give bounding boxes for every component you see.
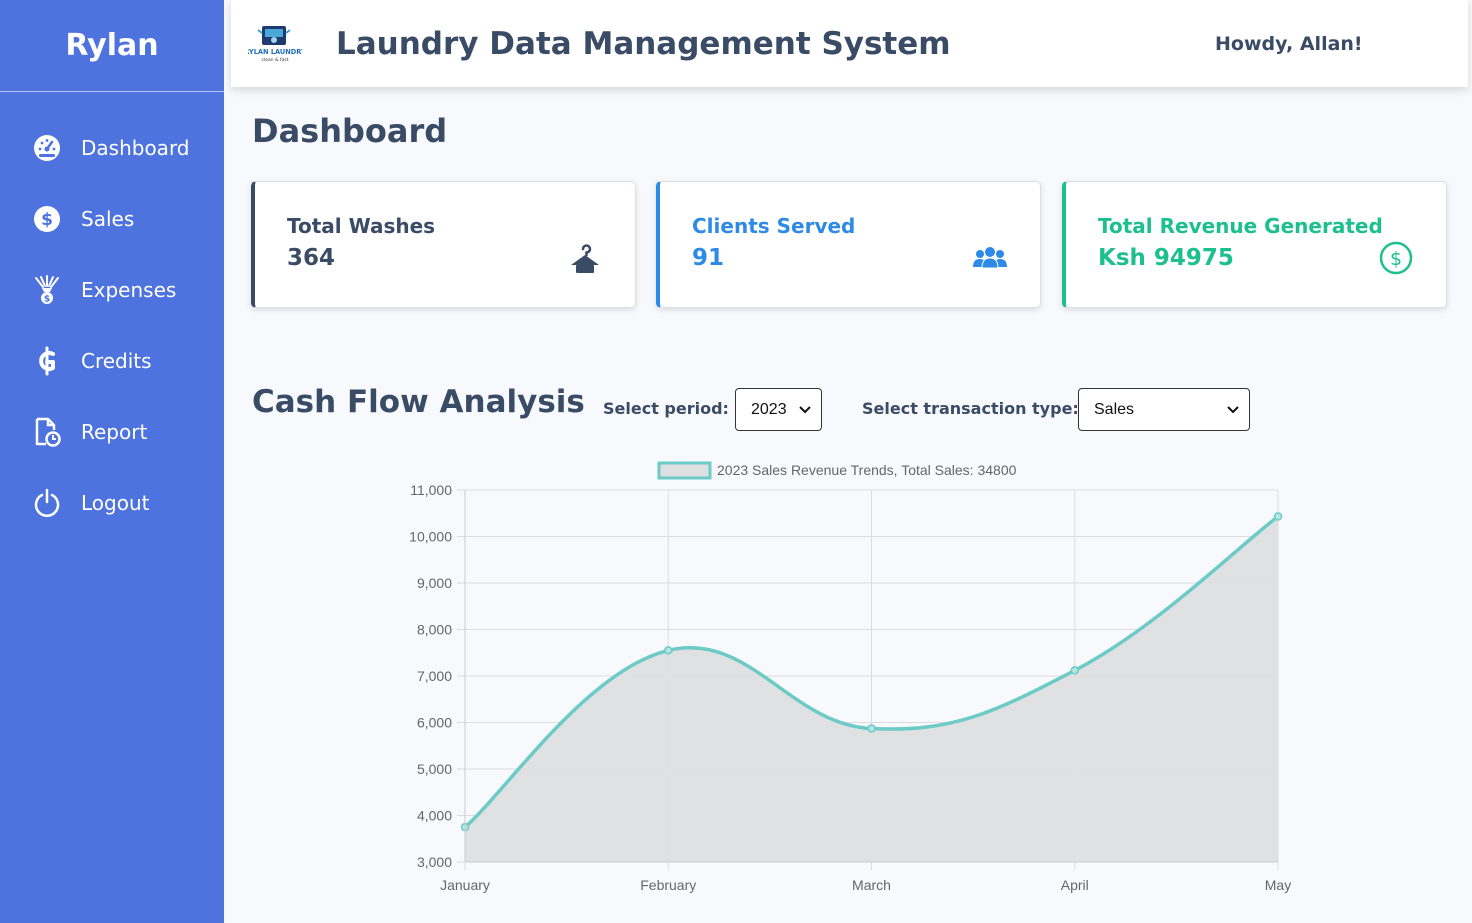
y-tick-label: 11,000 bbox=[410, 482, 452, 498]
cash-flow-title: Cash Flow Analysis bbox=[252, 384, 585, 420]
y-tick-label: 7,000 bbox=[417, 668, 452, 684]
sidebar-nav: Dashboard $ Sales $ Expenses Credits Rep… bbox=[0, 92, 224, 538]
dollar-circle-icon: $ bbox=[32, 204, 62, 234]
y-tick-label: 6,000 bbox=[417, 715, 452, 731]
card-value: Ksh 94975 bbox=[1098, 245, 1234, 271]
sidebar-brand[interactable]: Rylan bbox=[0, 0, 224, 92]
svg-text:$: $ bbox=[1390, 248, 1402, 270]
y-tick-label: 4,000 bbox=[417, 808, 452, 824]
y-tick-label: 3,000 bbox=[417, 854, 452, 870]
x-tick-label: February bbox=[640, 877, 696, 893]
card-label: Total Washes bbox=[287, 214, 436, 238]
logo-tagline: clean & fast bbox=[262, 57, 289, 63]
logo-text: RYLAN LAUNDRY bbox=[248, 48, 302, 56]
period-select[interactable]: 2023 bbox=[735, 388, 822, 431]
chevron-down-icon bbox=[1227, 405, 1239, 413]
y-tick-label: 9,000 bbox=[417, 575, 452, 591]
topbar: RYLAN LAUNDRY clean & fast Laundry Data … bbox=[231, 0, 1468, 87]
data-point bbox=[867, 724, 876, 733]
transaction-type-value: Sales bbox=[1094, 400, 1135, 418]
users-icon bbox=[972, 240, 1008, 276]
transaction-type-label: Select transaction type: bbox=[862, 399, 1079, 418]
total-revenue-card: Total Revenue Generated Ksh 94975 $ bbox=[1062, 181, 1447, 308]
report-file-icon bbox=[32, 417, 62, 447]
x-tick-label: April bbox=[1061, 877, 1089, 893]
x-tick-label: May bbox=[1265, 877, 1291, 893]
sidebar-item-label: Logout bbox=[81, 490, 150, 515]
chevron-down-icon bbox=[799, 405, 811, 413]
legend-label: 2023 Sales Revenue Trends, Total Sales: … bbox=[717, 462, 1017, 478]
sidebar: Rylan Dashboard $ Sales $ Expenses Credi… bbox=[0, 0, 224, 923]
x-tick-label: March bbox=[852, 877, 891, 893]
sidebar-item-sales[interactable]: $ Sales bbox=[0, 183, 224, 254]
card-label: Clients Served bbox=[692, 214, 856, 238]
y-tick-label: 10,000 bbox=[409, 529, 452, 545]
sidebar-item-credits[interactable]: Credits bbox=[0, 325, 224, 396]
app-title: Laundry Data Management System bbox=[336, 25, 951, 62]
card-value: 91 bbox=[692, 245, 725, 271]
data-point bbox=[1273, 512, 1283, 521]
power-icon bbox=[32, 488, 62, 518]
y-tick-label: 5,000 bbox=[417, 761, 452, 777]
data-point bbox=[1070, 666, 1079, 675]
clients-served-card: Clients Served 91 bbox=[656, 181, 1041, 308]
data-point bbox=[664, 646, 673, 655]
sidebar-item-expenses[interactable]: $ Expenses bbox=[0, 254, 224, 325]
dollar-circle-icon: $ bbox=[1378, 240, 1414, 276]
sidebar-item-label: Expenses bbox=[81, 277, 177, 302]
total-washes-card: Total Washes 364 bbox=[251, 181, 636, 308]
card-label: Total Revenue Generated bbox=[1098, 214, 1383, 238]
legend-swatch bbox=[657, 461, 712, 480]
hanger-icon bbox=[567, 240, 603, 276]
dashboard-gauge-icon bbox=[32, 133, 62, 163]
user-greeting[interactable]: Howdy, Allan! bbox=[1215, 33, 1363, 55]
cash-flow-line-chart: 3,000 4,000 5,000 6,000 7,000 8,000 9,000 10,00… bbox=[409, 461, 1291, 893]
sidebar-item-report[interactable]: Report bbox=[0, 396, 224, 467]
transaction-type-select[interactable]: Sales bbox=[1078, 388, 1250, 431]
sidebar-item-dashboard[interactable]: Dashboard bbox=[0, 112, 224, 183]
laundry-logo[interactable]: RYLAN LAUNDRY clean & fast bbox=[248, 24, 302, 64]
card-value: 364 bbox=[287, 245, 336, 271]
cedi-icon bbox=[32, 346, 62, 376]
period-select-label: Select period: bbox=[603, 399, 729, 418]
sidebar-item-label: Dashboard bbox=[81, 135, 190, 160]
svg-text:$: $ bbox=[44, 294, 50, 304]
period-select-value: 2023 bbox=[751, 400, 787, 418]
sidebar-item-logout[interactable]: Logout bbox=[0, 467, 224, 538]
x-tick-label: January bbox=[440, 877, 490, 893]
page-title: Dashboard bbox=[252, 112, 448, 150]
svg-text:$: $ bbox=[41, 210, 53, 230]
sidebar-item-label: Sales bbox=[81, 206, 135, 231]
sidebar-item-label: Credits bbox=[81, 348, 152, 373]
sidebar-item-label: Report bbox=[81, 419, 148, 444]
money-bag-icon: $ bbox=[32, 274, 62, 305]
y-tick-label: 8,000 bbox=[417, 622, 452, 638]
